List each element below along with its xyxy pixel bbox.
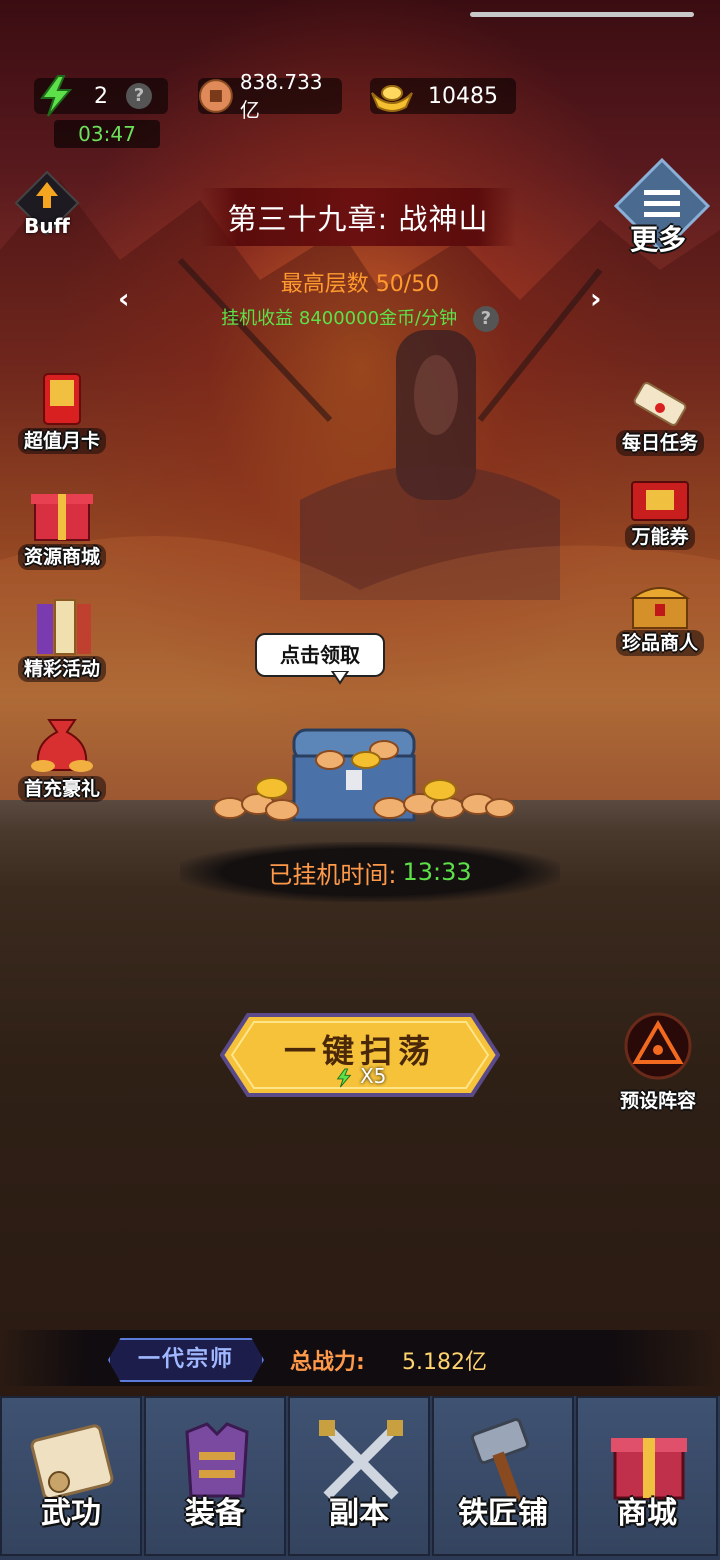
- nav-martial-arts[interactable]: 武功: [0, 1396, 142, 1556]
- rank-badge[interactable]: 一代宗师: [108, 1338, 264, 1382]
- energy-resource: 2 ?: [34, 75, 168, 117]
- events-label: 精彩活动: [17, 656, 106, 682]
- energy-value: 2: [94, 83, 108, 109]
- energy-timer: 03:47: [54, 120, 160, 148]
- copper-coin-icon: [198, 79, 233, 113]
- nav-martial-arts-label: 武功: [41, 1496, 101, 1531]
- gold-ingot-icon: [371, 85, 413, 112]
- idle-income-text: 挂机收益 8400000金币/分钟 ?: [0, 304, 720, 332]
- coins-resource: 838.733亿: [198, 70, 342, 122]
- formation-triangle-icon: [624, 1012, 692, 1080]
- treasure-merchant-label: 珍品商人: [615, 630, 704, 656]
- one-click-sweep-button[interactable]: 一键扫荡 X5: [220, 1012, 500, 1098]
- monthly-card-label: 超值月卡: [17, 428, 106, 454]
- treasure-merchant-button[interactable]: 珍品商人: [610, 580, 710, 656]
- buff-button[interactable]: Buff: [12, 168, 82, 238]
- treasure-chest-coins-icon: [213, 728, 515, 822]
- idle-time-label: 已挂机时间:: [268, 860, 397, 889]
- nav-blacksmith-label: 铁匠铺: [458, 1496, 548, 1531]
- bottom-navbar: 武功 装备 副本 铁匠铺 商城: [0, 1396, 720, 1560]
- lightning-icon: [336, 1067, 351, 1087]
- universal-ticket-label: 万能券: [625, 524, 695, 550]
- universal-ticket-button[interactable]: 万能券: [610, 478, 710, 550]
- idle-time-banner: 已挂机时间: 13:33: [180, 842, 560, 902]
- prev-chapter-arrow[interactable]: ‹: [118, 282, 130, 315]
- nav-shop[interactable]: 商城: [576, 1396, 718, 1556]
- more-label: 更多: [630, 223, 687, 256]
- player-power-bar: 一代宗师 总战力: 5.182亿: [0, 1330, 720, 1386]
- resource-shop-label: 资源商城: [17, 544, 106, 570]
- ticket-icon: [631, 481, 689, 521]
- claim-tooltip: 点击领取: [255, 633, 385, 677]
- daily-tasks-button[interactable]: 每日任务: [610, 378, 710, 456]
- status-bar-handle: [470, 12, 694, 17]
- first-recharge-button[interactable]: 首充豪礼: [12, 714, 112, 802]
- max-floors: 最高层数 50/50: [280, 272, 440, 297]
- buff-label: Buff: [24, 214, 70, 238]
- coins-value: 838.733亿: [239, 69, 323, 122]
- idle-income-value: 挂机收益 8400000金币/分钟: [221, 308, 458, 329]
- idle-time-value: 13:33: [402, 858, 472, 886]
- nav-shop-label: 商城: [617, 1496, 677, 1531]
- preset-formation-label: 预设阵容: [619, 1090, 696, 1112]
- scroll-books-icon: [37, 599, 91, 655]
- sweep-cost: X5: [220, 1064, 500, 1088]
- idle-income-help-icon[interactable]: ?: [472, 306, 499, 332]
- daily-tasks-label: 每日任务: [615, 430, 704, 456]
- sweep-cost-value: X5: [359, 1064, 387, 1088]
- first-recharge-label: 首充豪礼: [17, 776, 106, 802]
- idle-treasure-chest[interactable]: [200, 700, 520, 830]
- nav-equipment[interactable]: 装备: [144, 1396, 286, 1556]
- tooltip-pointer: [330, 671, 350, 685]
- monthly-card-icon: [43, 373, 81, 425]
- chapter-title: 第三十九章: 战神山: [200, 188, 516, 246]
- next-chapter-arrow[interactable]: ›: [590, 282, 602, 315]
- lightning-icon: [40, 75, 73, 117]
- monthly-card-button[interactable]: 超值月卡: [12, 372, 112, 454]
- nav-blacksmith[interactable]: 铁匠铺: [432, 1396, 574, 1556]
- resource-shop-button[interactable]: 资源商城: [12, 480, 112, 570]
- gift-box-icon: [31, 494, 93, 541]
- gold-resource: 10485: [370, 78, 516, 114]
- events-button[interactable]: 精彩活动: [12, 598, 112, 682]
- treasure-chest-icon: [629, 587, 691, 629]
- gold-value: 10485: [428, 83, 498, 109]
- nav-dungeon-label: 副本: [329, 1496, 389, 1531]
- scroll-icon: [633, 382, 687, 426]
- total-power-value: 5.182亿: [402, 1350, 487, 1375]
- nav-equipment-label: 装备: [185, 1496, 245, 1531]
- money-bag-icon: [31, 719, 93, 772]
- more-button[interactable]: 更多: [612, 157, 712, 258]
- total-power-label: 总战力:: [290, 1350, 365, 1375]
- energy-help-icon[interactable]: ?: [126, 83, 152, 109]
- preset-formation-button[interactable]: 预设阵容: [612, 1010, 704, 1113]
- nav-dungeon[interactable]: 副本: [288, 1396, 430, 1556]
